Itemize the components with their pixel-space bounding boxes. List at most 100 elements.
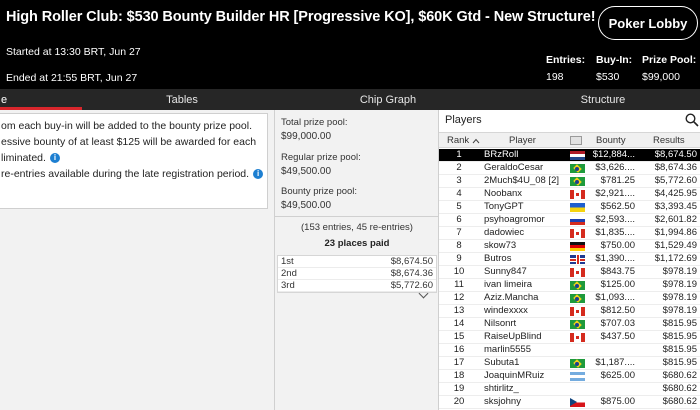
- tab-chip-graph[interactable]: Chip Graph: [344, 89, 432, 110]
- player-name: Sunny847: [484, 266, 527, 277]
- tab-structure[interactable]: Structure: [560, 89, 646, 110]
- player-row[interactable]: 18 JoaquinMRuiz $625.00 $680.62: [439, 370, 700, 383]
- player-rank: 5: [456, 201, 462, 212]
- country-flag-icon: [570, 151, 585, 160]
- player-row[interactable]: 15 RaiseUpBlind $437.50 $815.95: [439, 331, 700, 344]
- player-row[interactable]: 12 Aziz.Mancha $1,093.... $978.19: [439, 292, 700, 305]
- country-flag-icon: [570, 385, 585, 394]
- player-bounty: $437.50: [600, 331, 635, 342]
- player-name: dadowiec: [484, 227, 525, 238]
- flag-none-icon: [570, 385, 585, 394]
- payout-row: 2nd $8,674.36: [278, 268, 436, 280]
- player-row[interactable]: 16 marlin5555 $815.95: [439, 344, 700, 357]
- sort-up-icon: [472, 138, 480, 143]
- regular-prize-value: $49,500.00: [281, 166, 332, 177]
- payout-table[interactable]: 1st $8,674.50 2nd $8,674.36 3rd $5,772.60: [277, 255, 437, 293]
- player-row[interactable]: 20 sksjohny $875.00 $680.62: [439, 396, 700, 409]
- player-row[interactable]: 17 Subuta1 $1,187.... $815.95: [439, 357, 700, 370]
- player-bounty: $750.00: [600, 240, 635, 251]
- payout-amount: $8,674.36: [390, 268, 433, 279]
- info-line-1: om each buy-in will be added to the boun…: [1, 120, 252, 132]
- tournament-header: High Roller Club: $530 Bounty Builder HR…: [0, 0, 700, 92]
- player-row[interactable]: 10 Sunny847 $843.75 $978.19: [439, 266, 700, 279]
- player-bounty: $781.25: [600, 175, 635, 186]
- player-name: Butros: [484, 253, 512, 264]
- flag-none-icon: [570, 346, 585, 355]
- player-row[interactable]: 9 Butros $1,390.... $1,172.69: [439, 253, 700, 266]
- poker-lobby-button[interactable]: Poker Lobby: [598, 6, 698, 40]
- player-name: sksjohny: [484, 396, 521, 407]
- results-column-header[interactable]: Results: [653, 133, 685, 148]
- player-row[interactable]: 8 skow73 $750.00 $1,529.49: [439, 240, 700, 253]
- player-name: Noobanx: [484, 188, 523, 199]
- country-flag-icon: [570, 307, 585, 316]
- country-flag-icon: [570, 229, 585, 238]
- player-rank: 1: [456, 149, 462, 160]
- player-name: RaiseUpBlind: [484, 331, 542, 342]
- player-row[interactable]: 6 psyhoagromor $2,593.... $2,601.82: [439, 214, 700, 227]
- player-row[interactable]: 13 windexxxx $812.50 $978.19: [439, 305, 700, 318]
- entries-label: Entries:: [546, 54, 586, 66]
- player-name: Aziz.Mancha: [484, 292, 539, 303]
- player-row[interactable]: 4 Noobanx $2,921.... $4,425.95: [439, 188, 700, 201]
- country-flag-icon: [570, 255, 585, 264]
- flag-cz-icon: [570, 398, 585, 407]
- player-row[interactable]: 2 GeraldoCesar $3,626.... $8,674.36: [439, 162, 700, 175]
- player-results: $2,601.82: [654, 214, 697, 225]
- flag-br-icon: [570, 359, 585, 368]
- flag-ar-icon: [570, 372, 585, 381]
- player-results: $3,393.45: [654, 201, 697, 212]
- player-bounty: $125.00: [600, 279, 635, 290]
- country-flag-icon: [570, 216, 585, 225]
- player-results: $815.95: [662, 331, 697, 342]
- player-row[interactable]: 7 dadowiec $1,835.... $1,994.86: [439, 227, 700, 240]
- flag-ca-icon: [570, 229, 585, 238]
- player-results: $978.19: [662, 266, 697, 277]
- player-column-header[interactable]: Player: [509, 133, 536, 148]
- bounty-column-header[interactable]: Bounty: [596, 133, 626, 148]
- info-line-4: re-entries available during the late reg…: [1, 168, 264, 180]
- payout-place: 2nd: [281, 268, 297, 279]
- info-line-2: essive bounty of at least $125 will be a…: [1, 136, 256, 148]
- payout-amount: $5,772.60: [390, 280, 433, 291]
- tab-tables[interactable]: Tables: [140, 89, 224, 110]
- player-rank: 19: [453, 383, 465, 394]
- player-row[interactable]: 1 BRzRoll $12,884... $8,674.50: [439, 149, 700, 162]
- search-icon[interactable]: [685, 113, 699, 127]
- info-icon[interactable]: i: [49, 153, 60, 163]
- flag-br-icon: [570, 320, 585, 329]
- player-row[interactable]: 3 2Much$4U_08 [2] $781.25 $5,772.60: [439, 175, 700, 188]
- player-row[interactable]: 5 TonyGPT $562.50 $3,393.45: [439, 201, 700, 214]
- player-bounty: $707.03: [600, 318, 635, 329]
- info-text-4: re-entries available during the late reg…: [1, 168, 250, 180]
- flag-ca-icon: [570, 307, 585, 316]
- info-text-3: liminated.: [1, 152, 46, 164]
- player-bounty: $1,390....: [595, 253, 635, 264]
- places-paid: 23 places paid: [324, 238, 390, 249]
- entries-value: 198: [546, 71, 564, 83]
- country-flag-icon: [570, 294, 585, 303]
- rank-column-header[interactable]: Rank: [447, 133, 480, 148]
- payout-row: 1st $8,674.50: [278, 256, 436, 268]
- info-icon[interactable]: i: [253, 169, 264, 179]
- flag-ru-icon: [570, 216, 585, 225]
- player-name: marlin5555: [484, 344, 531, 355]
- player-name: psyhoagromor: [484, 214, 545, 225]
- flag-ua-icon: [570, 203, 585, 212]
- players-list: 1 BRzRoll $12,884... $8,674.50 2 GeraldoCesar…: [439, 149, 700, 409]
- player-name: GeraldoCesar: [484, 162, 544, 173]
- player-row[interactable]: 11 ivan limeira $125.00 $978.19: [439, 279, 700, 292]
- player-results: $680.62: [662, 396, 697, 407]
- flag-br-icon: [570, 177, 585, 186]
- player-rank: 7: [456, 227, 462, 238]
- flag-nl-icon: [570, 151, 585, 160]
- player-name: BRzRoll: [484, 149, 519, 160]
- player-results: $815.95: [662, 318, 697, 329]
- flag-de-icon: [570, 242, 585, 251]
- player-name: 2Much$4U_08 [2]: [484, 175, 559, 186]
- player-name: ivan limeira: [484, 279, 533, 290]
- player-row[interactable]: 19 shtirlitz_ $680.62: [439, 383, 700, 396]
- rank-header-label: Rank: [447, 135, 470, 146]
- player-row[interactable]: 14 Nilsonrt $707.03 $815.95: [439, 318, 700, 331]
- country-flag-icon: [570, 203, 585, 212]
